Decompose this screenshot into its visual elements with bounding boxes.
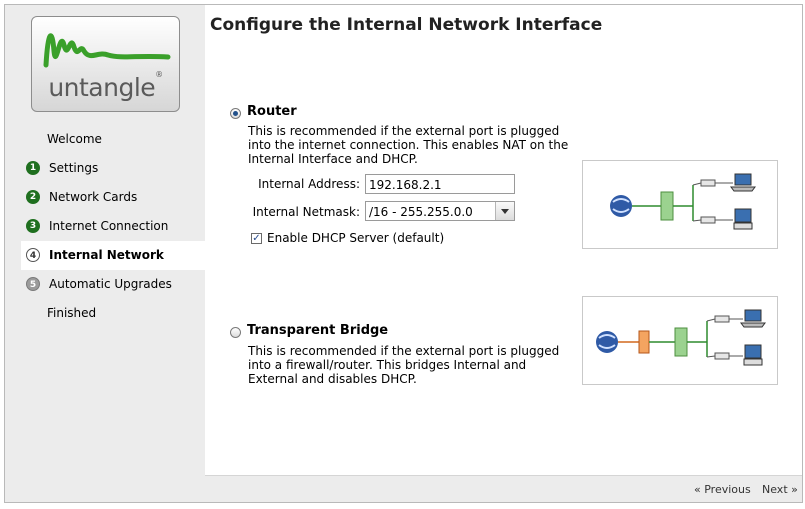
router-option-title: Router [247, 104, 297, 119]
step-number-badge: 2 [26, 190, 40, 204]
router-topology-icon [610, 173, 756, 230]
step-number-badge: 5 [26, 277, 40, 291]
internal-address-label: Internal Address: [258, 177, 360, 191]
page-title: Configure the Internal Network Interface [210, 15, 603, 35]
sidebar-item-internet-connection[interactable]: 3 Internet Connection [21, 212, 205, 241]
router-radio[interactable] [230, 108, 241, 119]
wizard-steps: Welcome 1 Settings 2 Network Cards 3 Int… [21, 125, 205, 328]
chevron-down-icon[interactable] [495, 202, 514, 220]
sidebar-item-welcome[interactable]: Welcome [21, 125, 205, 154]
dhcp-checkbox-label: Enable DHCP Server (default) [267, 231, 445, 245]
wizard-footer: « Previous Next » [205, 475, 802, 502]
sidebar-item-label: Settings [49, 161, 99, 175]
step-number-badge: 4 [26, 248, 40, 262]
untangle-logo: untangle® [31, 16, 180, 112]
logo-wordmark: untangle® [48, 69, 163, 102]
sidebar-item-automatic-upgrades[interactable]: 5 Automatic Upgrades [21, 270, 205, 299]
sidebar-item-settings[interactable]: 1 Settings [21, 154, 205, 183]
sidebar-item-label: Finished [47, 306, 97, 320]
next-button[interactable]: Next » [762, 483, 798, 496]
step-number-badge: 1 [26, 161, 40, 175]
netmask-selected-value: /16 - 255.255.0.0 [369, 205, 473, 219]
logo-wave-icon [43, 33, 171, 68]
bridge-network-diagram [582, 296, 778, 385]
internal-netmask-select[interactable]: /16 - 255.255.0.0 [365, 201, 515, 221]
sidebar-item-label: Internet Connection [49, 219, 169, 233]
step-number-badge: 3 [26, 219, 40, 233]
transparent-bridge-radio[interactable] [230, 327, 241, 338]
dhcp-checkbox[interactable]: ✓ [251, 233, 262, 244]
internal-netmask-label: Internal Netmask: [252, 205, 360, 219]
bridge-description: This is recommended if the external port… [248, 344, 560, 386]
router-network-diagram [582, 160, 778, 249]
sidebar-item-label: Network Cards [49, 190, 138, 204]
internal-address-field[interactable]: 192.168.2.1 [365, 174, 515, 194]
bridge-option-title: Transparent Bridge [247, 323, 389, 338]
sidebar-item-finished[interactable]: Finished [21, 299, 205, 328]
previous-button[interactable]: « Previous [694, 483, 751, 496]
sidebar-item-label: Internal Network [49, 248, 164, 262]
sidebar-item-network-cards[interactable]: 2 Network Cards [21, 183, 205, 212]
router-description: This is recommended if the external port… [248, 124, 569, 166]
main-content: Configure the Internal Network Interface… [205, 5, 802, 475]
sidebar: untangle® Welcome 1 Settings 2 Network C… [5, 5, 205, 502]
sidebar-item-label: Automatic Upgrades [49, 277, 172, 291]
sidebar-item-internal-network[interactable]: 4 Internal Network [21, 241, 205, 270]
bridge-topology-icon [596, 309, 766, 366]
sidebar-item-label: Welcome [47, 132, 102, 146]
